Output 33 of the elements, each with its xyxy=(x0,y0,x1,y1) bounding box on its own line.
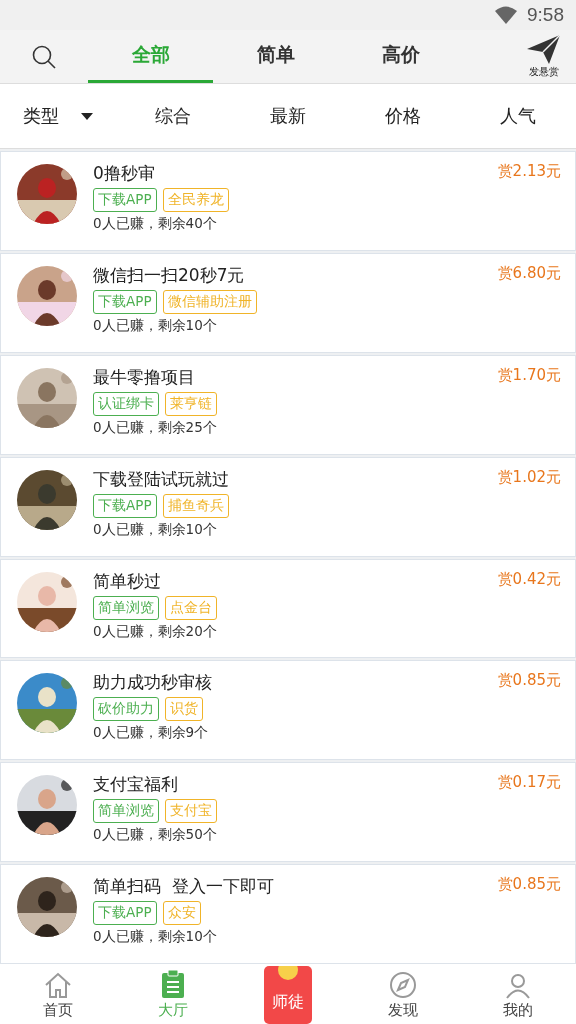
task-tag: 捕鱼奇兵 xyxy=(162,493,229,518)
task-tag: 简单浏览 xyxy=(93,595,159,620)
task-tag: 下载APP xyxy=(93,493,157,518)
task-tag: 微信辅助注册 xyxy=(162,289,257,314)
task-title: 简单扫码 登入一下即可 xyxy=(93,875,275,899)
reward-amount: 赏0.85元 xyxy=(497,875,561,895)
task-tag: 支付宝 xyxy=(165,799,217,824)
task-tag: 下载APP xyxy=(93,188,157,212)
task-title: 支付宝福利 xyxy=(93,773,179,797)
task-tag: 识货 xyxy=(165,697,203,722)
reward-amount: 赏1.02元 xyxy=(497,467,561,487)
reward-amount: 赏1.70元 xyxy=(497,365,561,385)
task-title: 0撸秒审 xyxy=(93,162,156,185)
reward-amount: 赏0.85元 xyxy=(497,671,561,691)
reward-amount: 赏2.13元 xyxy=(497,162,561,181)
task-tag: 点金台 xyxy=(165,595,217,620)
task-tag: 认证绑卡 xyxy=(93,391,159,416)
task-tag: 下载APP xyxy=(93,289,157,314)
task-title: 最牛零撸项目 xyxy=(93,365,196,389)
task-title: 简单秒过 xyxy=(93,569,162,593)
task-tag: 众安 xyxy=(162,901,201,926)
task-tag: 下载APP xyxy=(93,901,157,926)
task-tag: 全民养龙 xyxy=(162,188,229,212)
task-tag: 莱亨链 xyxy=(165,391,217,416)
status-time: 9:58 xyxy=(527,4,564,26)
task-tag: 简单浏览 xyxy=(93,799,159,824)
reward-amount: 赏6.80元 xyxy=(497,263,561,283)
task-title: 微信扫一扫20秒7元 xyxy=(93,263,246,287)
reward-amount: 赏0.42元 xyxy=(497,569,561,589)
task-title: 下载登陆试玩就过 xyxy=(93,467,230,491)
task-title: 助力成功秒审核 xyxy=(93,671,213,695)
reward-amount: 赏0.17元 xyxy=(497,773,561,793)
task-tag: 砍价助力 xyxy=(93,697,159,722)
